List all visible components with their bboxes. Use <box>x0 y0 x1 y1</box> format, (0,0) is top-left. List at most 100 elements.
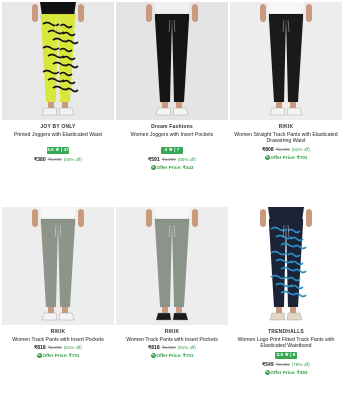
shoe <box>41 312 58 321</box>
price-row: ₹591 ₹1,299 (55% off) <box>116 157 228 163</box>
product-card[interactable]: RIKIK Women Track Pants with Insert Pock… <box>116 207 228 359</box>
model-hand <box>260 209 266 227</box>
model-ankle <box>62 307 68 313</box>
product-image[interactable] <box>230 2 342 120</box>
product-mrp: ₹2,099 <box>161 345 176 350</box>
product-brand: RIKIK <box>278 124 294 130</box>
model-hand <box>306 209 312 227</box>
shoe <box>155 312 172 321</box>
product-title[interactable]: Women Straight Track Pants with Elastica… <box>230 132 342 145</box>
product-mrp: ₹2,099 <box>275 147 290 152</box>
model-hand <box>78 4 84 22</box>
rating-badge: 3.5 ★ | 47 <box>47 147 69 154</box>
product-title[interactable]: Women Logo Print Fitted Track Pants with… <box>230 337 342 350</box>
model-hand <box>192 4 198 22</box>
product-image[interactable] <box>2 207 114 325</box>
model-hand <box>32 4 38 22</box>
product-card[interactable]: RIKIK Women Straight Track Pants with El… <box>230 2 342 161</box>
model-hand <box>32 209 38 227</box>
price-row: ₹818 ₹2,099 (61% off) <box>2 345 114 351</box>
product-discount: (62% off) <box>291 147 310 152</box>
model-ankle <box>290 102 296 108</box>
price-row: ₹818 ₹2,099 (61% off) <box>116 345 228 351</box>
offer-label: Offer Price: ₹443 <box>156 165 194 170</box>
rating-badge: 3.5 ★ | 6 <box>275 352 297 359</box>
product-brand: Dream Fashions <box>151 124 193 130</box>
offer-label: Offer Price: ₹701 <box>270 155 308 160</box>
model-hand <box>146 4 152 22</box>
model-ankle <box>62 102 68 108</box>
model-ankle <box>176 307 182 313</box>
product-price: ₹808 <box>262 147 274 153</box>
product-mrp: ₹2,099 <box>47 345 62 350</box>
model-ankle <box>48 307 54 313</box>
shoe <box>172 107 189 116</box>
offer-price: % Offer Price: ₹393 <box>230 370 342 376</box>
model-ankle <box>276 307 282 313</box>
offer-icon: % <box>36 353 42 359</box>
offer-price: % Offer Price: ₹443 <box>116 165 228 171</box>
shoe <box>58 107 75 116</box>
model-ankle <box>162 307 168 313</box>
shoe <box>269 107 286 116</box>
shoe <box>269 312 286 321</box>
product-image[interactable] <box>2 2 114 120</box>
offer-price: % Offer Price: ₹701 <box>230 155 342 161</box>
model-hand <box>306 4 312 22</box>
shoe <box>58 312 75 321</box>
product-brand: TRENDHALLS <box>268 329 304 335</box>
shoe <box>286 107 303 116</box>
model-hand <box>260 4 266 22</box>
offer-icon: % <box>264 370 270 376</box>
product-title[interactable]: Women Joggers with Insert Pockets <box>116 132 228 145</box>
product-discount: (61% off) <box>63 345 82 350</box>
product-price: ₹818 <box>34 345 46 351</box>
product-image[interactable] <box>116 207 228 325</box>
product-price: ₹549 <box>262 362 274 368</box>
price-row: ₹549 ₹2,499 (78% off) <box>230 362 342 368</box>
model-ankle <box>276 102 282 108</box>
product-image[interactable] <box>230 207 342 325</box>
product-price: ₹591 <box>148 157 160 163</box>
product-card[interactable]: Dream Fashions Women Joggers with Insert… <box>116 2 228 171</box>
product-mrp: ₹2,499 <box>275 362 290 367</box>
offer-icon: % <box>150 353 156 359</box>
product-card[interactable]: JOY BY ONLY Printed Joggers with Elastic… <box>2 2 114 163</box>
product-brand: RIKIK <box>50 329 66 335</box>
product-discount: (61% off) <box>177 345 196 350</box>
product-image[interactable] <box>116 2 228 120</box>
product-grid: JOY BY ONLY Printed Joggers with Elastic… <box>0 0 343 400</box>
offer-label: Offer Price: ₹393 <box>270 370 308 375</box>
price-row: ₹380 ₹1,099 (65% off) <box>2 157 114 163</box>
model-ankle <box>290 307 296 313</box>
product-title[interactable]: Women Track Pants with Insert Pockets <box>2 337 114 344</box>
shoe <box>172 312 189 321</box>
price-row: ₹808 ₹2,099 (62% off) <box>230 147 342 153</box>
product-title[interactable]: Printed Joggers with Elasticated Waist <box>2 132 114 145</box>
product-card[interactable]: TRENDHALLS Women Logo Print Fitted Track… <box>230 207 342 376</box>
product-card[interactable]: RIKIK Women Track Pants with Insert Pock… <box>2 207 114 359</box>
product-title[interactable]: Women Track Pants with Insert Pockets <box>116 337 228 344</box>
product-discount: (55% off) <box>177 157 196 162</box>
model-ankle <box>162 102 168 108</box>
product-brand: RIKIK <box>164 329 180 335</box>
product-discount: (78% off) <box>291 362 310 367</box>
shoe <box>286 312 303 321</box>
offer-price: % Offer Price: ₹701 <box>2 353 114 359</box>
model-ankle <box>48 102 54 108</box>
offer-price: % Offer Price: ₹701 <box>116 353 228 359</box>
offer-label: Offer Price: ₹701 <box>42 353 80 358</box>
model-hand <box>192 209 198 227</box>
product-brand: JOY BY ONLY <box>40 124 76 130</box>
rating-badge: 3 ★ | 7 <box>161 147 183 154</box>
product-price: ₹818 <box>148 345 160 351</box>
model-hand <box>146 209 152 227</box>
product-discount: (65% off) <box>63 157 82 162</box>
product-price: ₹380 <box>34 157 46 163</box>
product-mrp: ₹1,299 <box>161 157 176 162</box>
model-ankle <box>176 102 182 108</box>
product-mrp: ₹1,099 <box>47 157 62 162</box>
shoe <box>41 107 58 116</box>
model-hand <box>78 209 84 227</box>
offer-label: Offer Price: ₹701 <box>156 353 194 358</box>
